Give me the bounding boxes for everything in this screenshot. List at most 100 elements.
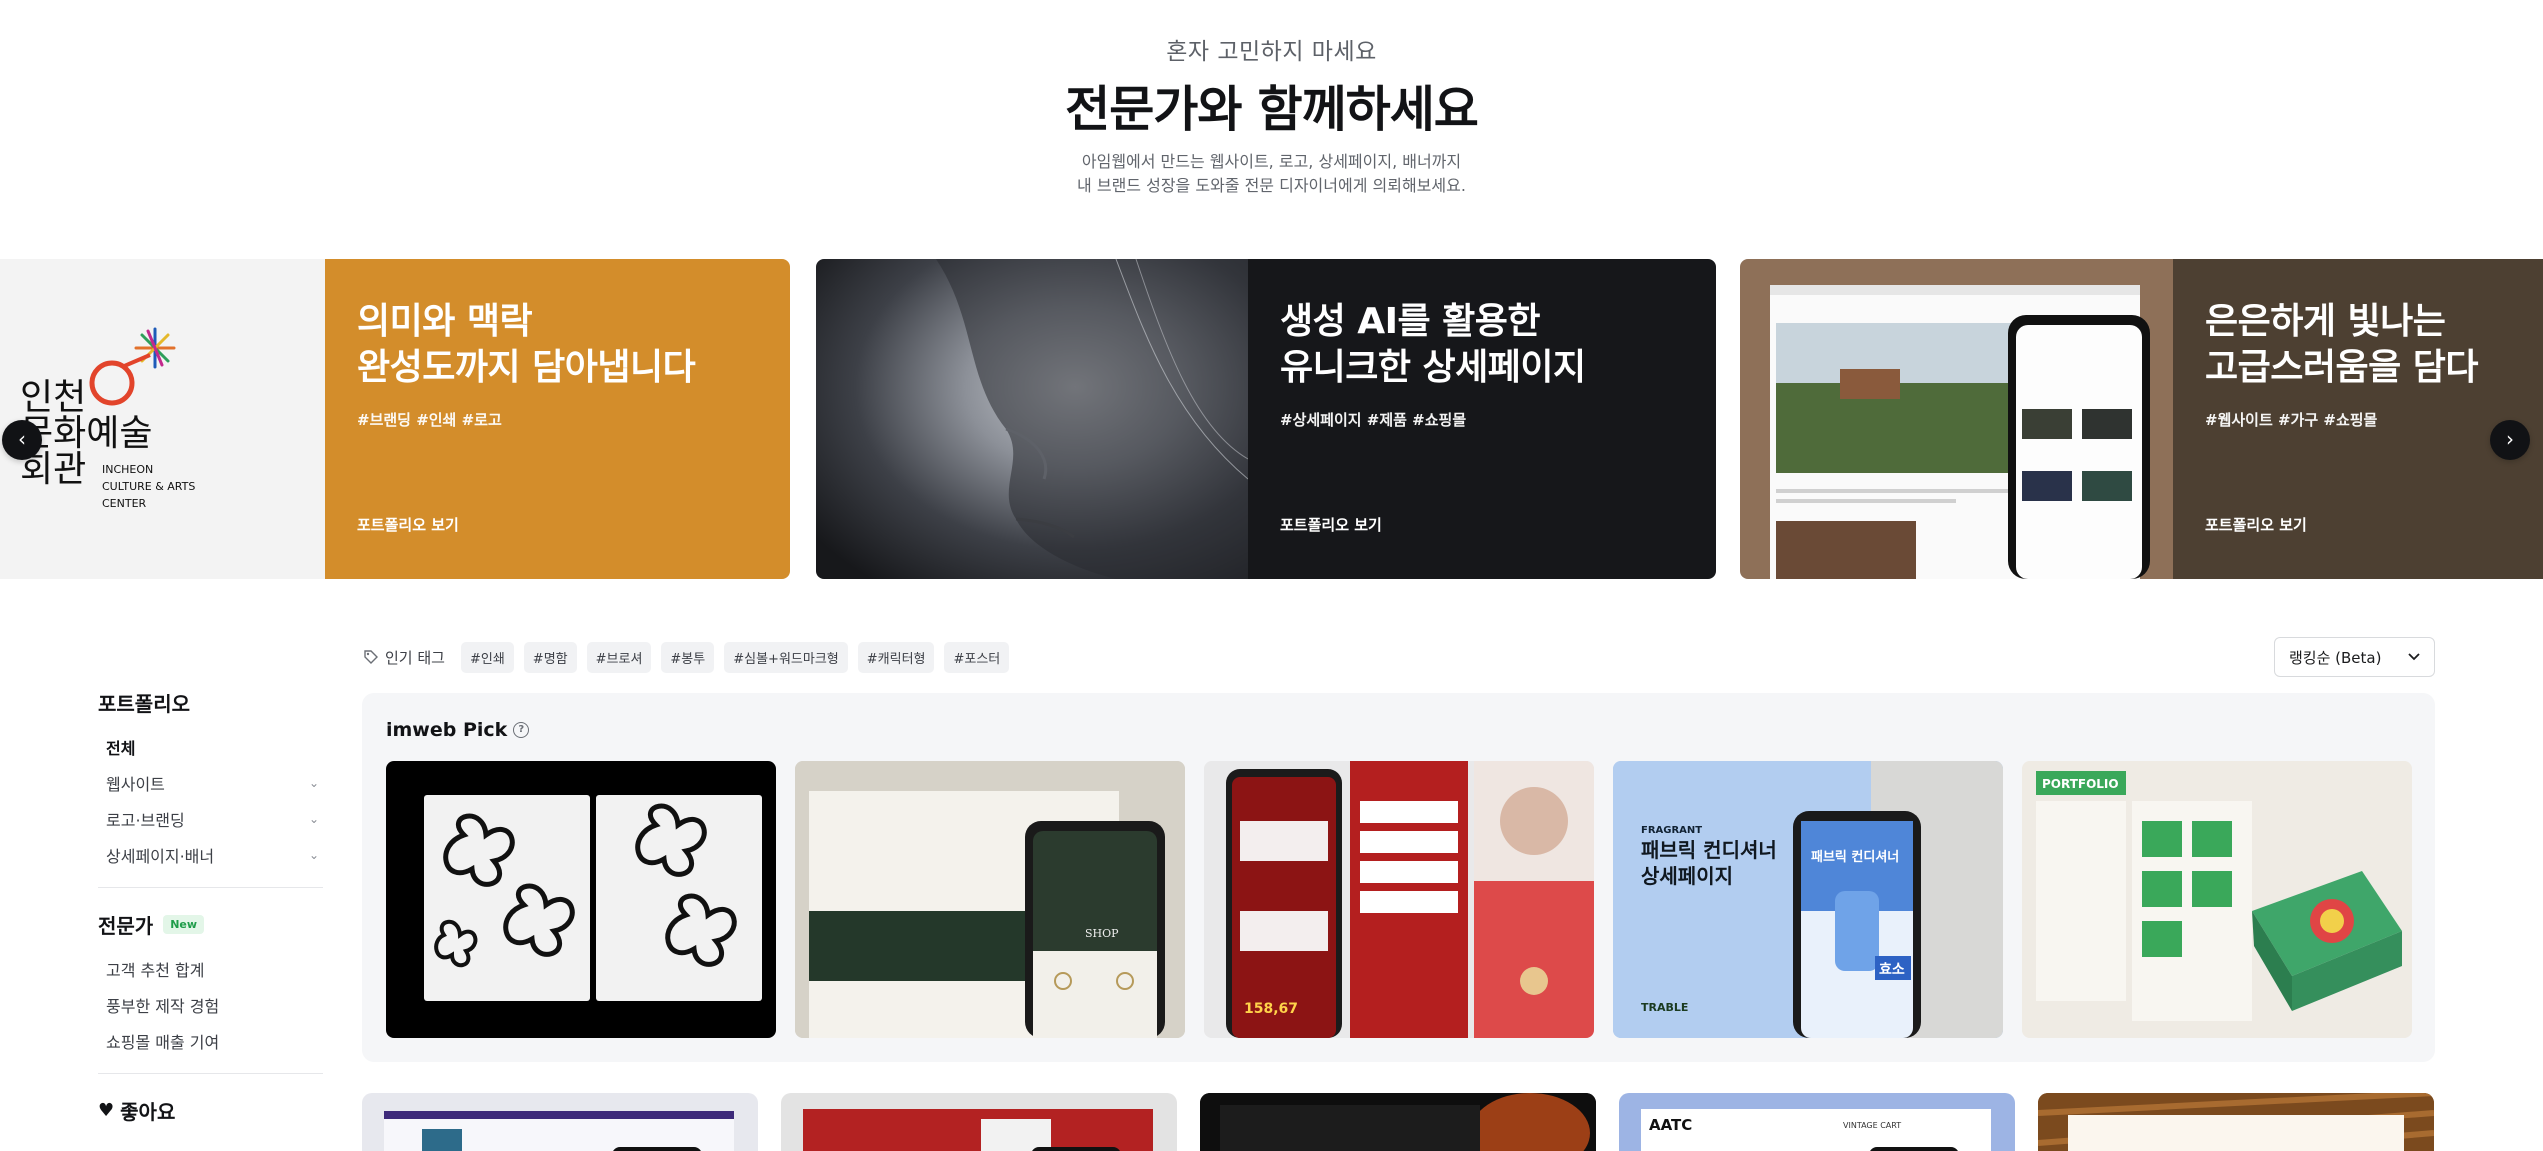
heart-icon: ♥ (98, 1100, 115, 1121)
incheon-culture-logo: 인천 문화예술 회관 INCHEON CULTURE & ARTS CENTER (20, 327, 195, 510)
sidebar-item-sales-contribution[interactable]: 쇼핑몰 매출 기여 (98, 1023, 323, 1059)
banner-headline-line: 의미와 맥락 (357, 301, 533, 342)
carousel-prev-button[interactable]: ‹ (2, 420, 42, 460)
card-thumbnail: AATC VINTAGE CART (1641, 1109, 1991, 1151)
skincare-detail-mockup: 158,67 (1204, 761, 1594, 1038)
likes-filter[interactable]: ♥ 좋아요 (98, 1096, 323, 1125)
face-illustration (936, 259, 1249, 579)
tag-chip[interactable]: #명함 (523, 641, 577, 673)
sidebar-item-label: 쇼핑몰 매출 기여 (106, 1033, 220, 1052)
tag-chip[interactable]: #캐릭터형 (857, 641, 935, 673)
popular-tags-label: 인기 태그 (363, 647, 445, 668)
portfolio-card[interactable] (1200, 1093, 1596, 1151)
face-photo (816, 259, 1249, 579)
hero-description-line: 아임웹에서 만드는 웹사이트, 로고, 상세페이지, 배너까지 (1081, 152, 1462, 171)
furniture-site-mockup (1740, 259, 2173, 579)
hero-eyebrow: 혼자 고민하지 마세요 (1166, 39, 1377, 65)
card-thumbnail (384, 1111, 734, 1151)
carousel-next-button[interactable]: › (2490, 420, 2530, 460)
view-portfolio-link[interactable]: 포트폴리오 보기 (357, 514, 459, 535)
banner-copy: 생성 AI를 활용한 유니크한 상세페이지 #상세페이지 #제품 #쇼핑몰 포트… (1248, 259, 1716, 579)
banner-headline: 은은하게 빛나는 고급스러움을 담다 (2205, 299, 2518, 391)
portfolio-card[interactable]: SHOP (795, 761, 1185, 1038)
portfolio-card[interactable]: FRAGRANT 패브릭 컨디셔너 상세페이지 TRABLE 패브릭 컨디셔너 … (1613, 761, 2003, 1038)
card-footer-brand: TRABLE (1641, 1001, 1688, 1014)
expert-heading: 전문가 New (98, 910, 323, 939)
view-portfolio-link[interactable]: 포트폴리오 보기 (1280, 514, 1382, 535)
print-sheet (596, 795, 762, 1001)
logo-text: 인천 (20, 377, 86, 418)
jewelry-site-mockup: SHOP (795, 761, 1185, 1038)
portfolio-card[interactable] (362, 1093, 758, 1151)
filter-sidebar: 포트폴리오 전체 웹사이트 ⌄ 로고·브랜딩 ⌄ 상세페이지·배너 ⌄ 전문가 … (98, 688, 323, 1125)
card-thumbnail (803, 1109, 1153, 1151)
sidebar-item-label: 풍부한 제작 경험 (106, 997, 220, 1016)
hero-description-line: 내 브랜드 성장을 도와줄 전문 디자이너에게 의뢰해보세요. (1077, 176, 1466, 195)
portfolio-card[interactable]: PORTFOLIO (2022, 761, 2412, 1038)
flower-pattern (434, 813, 575, 967)
green-portfolio-mockup: PORTFOLIO (2022, 761, 2412, 1038)
hero-title: 전문가와 함께하세요 (1065, 81, 1479, 138)
website-mockup-illustration (1770, 285, 2150, 579)
sidebar-item-website[interactable]: 웹사이트 ⌄ (98, 765, 323, 801)
tag-chip[interactable]: #심볼+워드마크형 (724, 641, 848, 673)
popular-tags-text: 인기 태그 (385, 648, 445, 667)
portfolio-card[interactable]: 158,67 (1204, 761, 1594, 1038)
phone-badge: 효소 (1879, 962, 1905, 978)
sort-select[interactable]: 랭킹순 (Beta) (2274, 637, 2435, 677)
card-title: 패브릭 컨디셔너 (1641, 838, 1777, 862)
sidebar-item-label: 고객 추천 합계 (106, 961, 205, 980)
banner-copy: 은은하게 빛나는 고급스러움을 담다 #웹사이트 #가구 #쇼핑몰 포트폴리오 … (2173, 259, 2543, 579)
banner-tags: #웹사이트 #가구 #쇼핑몰 (2205, 411, 2378, 429)
banner-slide[interactable]: 생성 AI를 활용한 유니크한 상세페이지 #상세페이지 #제품 #쇼핑몰 포트… (816, 259, 1716, 579)
question-circle-icon[interactable]: ? (513, 722, 530, 738)
card-brand: FRAGRANT (1641, 825, 1702, 836)
banner-slide[interactable]: 인천 문화예술 회관 INCHEON CULTURE & ARTS CENTER… (0, 259, 790, 579)
banner-headline-line: 은은하게 빛나는 (2205, 301, 2446, 342)
chevron-left-icon: ‹ (18, 427, 26, 451)
sidebar-item-label: 로고·브랜딩 (106, 811, 185, 830)
logo-text: CULTURE & ARTS (102, 480, 195, 493)
phone-title: 패브릭 컨디셔너 (1811, 849, 1899, 865)
chevron-down-icon: ⌄ (308, 812, 319, 826)
expert-heading-text: 전문가 (98, 914, 154, 938)
sidebar-item-experience[interactable]: 풍부한 제작 경험 (98, 987, 323, 1023)
chevron-down-icon: ⌄ (308, 776, 319, 790)
chevron-down-icon: ⌄ (308, 848, 319, 862)
tag-chip[interactable]: #인쇄 (460, 641, 514, 673)
portfolio-label: PORTFOLIO (2042, 777, 2119, 791)
banner-tags: #상세페이지 #제품 #쇼핑몰 (1280, 411, 1467, 429)
card-thumbnail (1200, 1093, 1596, 1151)
sidebar-item-detail-banner[interactable]: 상세페이지·배너 ⌄ (98, 837, 323, 873)
sidebar-item-logo-branding[interactable]: 로고·브랜딩 ⌄ (98, 801, 323, 837)
card-thumbnail (2038, 1093, 2434, 1151)
card-site-links: VINTAGE CART (1843, 1121, 1901, 1130)
likes-heading-text: 좋아요 (120, 1100, 176, 1124)
banner-headline-line: 완성도까지 담아냅니다 (357, 347, 696, 388)
incheon-logo-visual: 인천 문화예술 회관 INCHEON CULTURE & ARTS CENTER (0, 259, 325, 579)
portfolio-card[interactable] (2038, 1093, 2434, 1151)
banner-tags: #브랜딩 #인쇄 #로고 (357, 411, 502, 429)
chevron-down-icon (2408, 653, 2420, 661)
sidebar-item-label: 상세페이지·배너 (106, 847, 215, 866)
banner-headline-line: 고급스러움을 담다 (2205, 347, 2479, 388)
print-sheet (424, 795, 590, 1001)
view-portfolio-link[interactable]: 포트폴리오 보기 (2205, 514, 2307, 535)
card-site-logo: AATC (1649, 1116, 1692, 1134)
flower-pattern (635, 803, 737, 967)
portfolio-card[interactable] (386, 761, 776, 1038)
tag-chip[interactable]: #포스터 (944, 641, 1010, 673)
chevron-right-icon: › (2506, 427, 2514, 451)
tag-chip[interactable]: #브로셔 (586, 641, 652, 673)
sidebar-item-customer-recommend[interactable]: 고객 추천 합계 (98, 951, 323, 987)
sidebar-item-label: 전체 (106, 739, 136, 758)
sidebar-item-all[interactable]: 전체 (98, 729, 323, 765)
logo-text: INCHEON (102, 463, 153, 476)
banner-headline: 생성 AI를 활용한 유니크한 상세페이지 (1280, 299, 1684, 391)
tag-chip[interactable]: #봉투 (661, 641, 715, 673)
imweb-pick-title-text: imweb Pick (386, 719, 508, 741)
portfolio-card[interactable]: AATC VINTAGE CART (1619, 1093, 2015, 1151)
banner-headline-line: 유니크한 상세페이지 (1280, 347, 1586, 388)
banner-slide[interactable]: 은은하게 빛나는 고급스러움을 담다 #웹사이트 #가구 #쇼핑몰 포트폴리오 … (1740, 259, 2543, 579)
portfolio-card[interactable] (781, 1093, 1177, 1151)
